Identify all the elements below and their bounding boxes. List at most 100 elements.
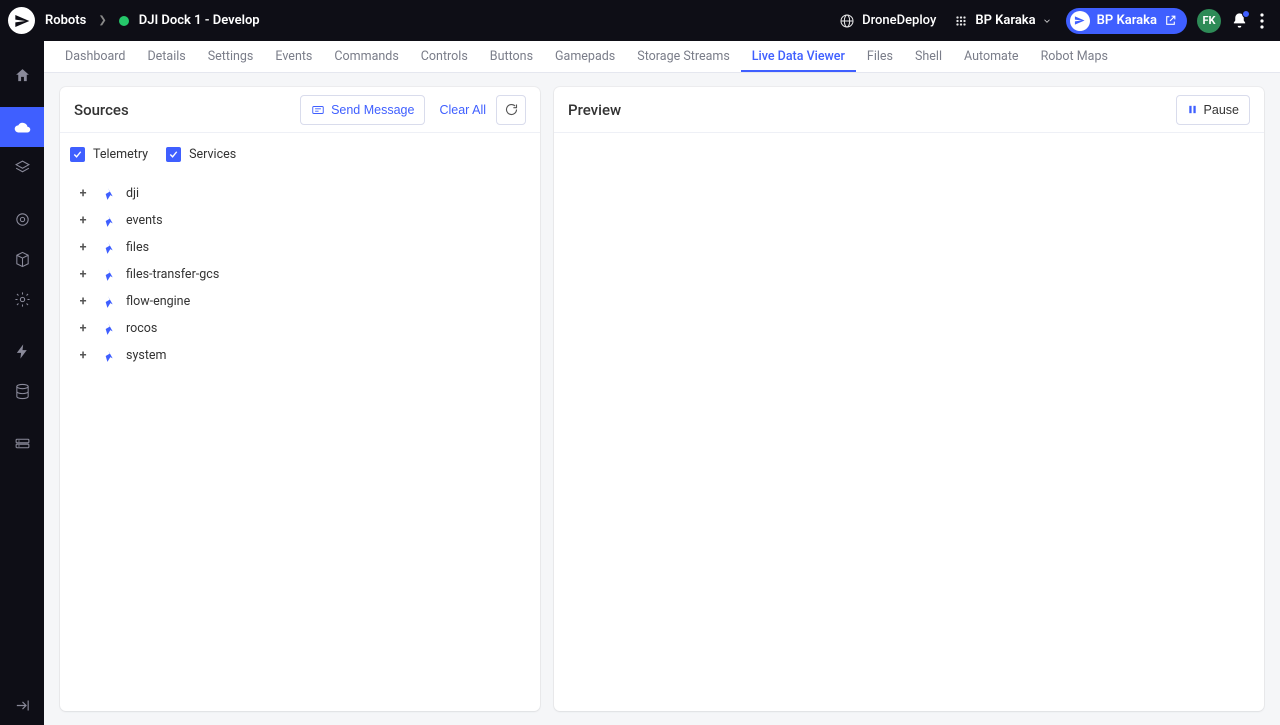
drive-icon <box>14 435 31 452</box>
preview-title: Preview <box>568 101 621 119</box>
expand-icon[interactable]: + <box>76 295 90 309</box>
pill-label: BP Karaka <box>1097 13 1157 28</box>
tab-bar: Dashboard Details Settings Events Comman… <box>44 41 1280 73</box>
sources-tree: + dji + events + files <box>70 174 530 369</box>
main-area: Dashboard Details Settings Events Comman… <box>44 41 1280 725</box>
robot-name[interactable]: DJI Dock 1 - Develop <box>139 13 260 28</box>
sources-panel-header: Sources Send Message Clear All <box>60 87 540 133</box>
service-icon <box>100 267 116 283</box>
tree-item[interactable]: + files-transfer-gcs <box>70 261 530 288</box>
tree-item-label: files-transfer-gcs <box>126 267 219 282</box>
status-online-dot <box>119 16 129 26</box>
tab-live-data-viewer[interactable]: Live Data Viewer <box>741 41 856 72</box>
tree-item[interactable]: + flow-engine <box>70 288 530 315</box>
tab-automate[interactable]: Automate <box>953 41 1030 72</box>
tree-item[interactable]: + events <box>70 207 530 234</box>
globe-icon <box>839 13 855 29</box>
preview-panel: Preview Pause <box>554 87 1264 711</box>
gear-icon <box>14 291 31 308</box>
layers-icon <box>14 159 31 176</box>
checkbox-checked-icon <box>70 147 85 162</box>
cloud-icon <box>14 119 31 136</box>
expand-icon[interactable]: + <box>76 349 90 363</box>
pause-icon <box>1187 104 1198 115</box>
sidebar-item-database[interactable] <box>0 371 44 411</box>
service-icon <box>100 294 116 310</box>
external-link-icon <box>1164 14 1177 27</box>
preview-panel-header: Preview Pause <box>554 87 1264 133</box>
pause-label: Pause <box>1204 103 1239 117</box>
tree-item[interactable]: + system <box>70 342 530 369</box>
avatar[interactable]: FK <box>1197 9 1221 33</box>
sidebar-item-layers[interactable] <box>0 147 44 187</box>
service-icon <box>100 321 116 337</box>
paper-plane-icon <box>14 13 30 29</box>
tab-controls[interactable]: Controls <box>410 41 479 72</box>
tree-item[interactable]: + rocos <box>70 315 530 342</box>
tree-item-label: events <box>126 213 163 228</box>
chevron-right-icon: ❯ <box>98 15 106 26</box>
panel-splitter[interactable] <box>554 377 555 421</box>
org-switcher[interactable]: DroneDeploy <box>839 13 936 29</box>
tab-robot-maps[interactable]: Robot Maps <box>1030 41 1119 72</box>
clear-all-button[interactable]: Clear All <box>439 103 486 117</box>
tree-item-label: flow-engine <box>126 294 190 309</box>
project-switcher[interactable]: BP Karaka <box>954 13 1051 28</box>
sources-title: Sources <box>74 101 129 119</box>
service-icon <box>100 348 116 364</box>
notification-dot <box>1242 10 1250 18</box>
expand-icon[interactable]: + <box>76 214 90 228</box>
sidebar-item-cloud[interactable] <box>0 107 44 147</box>
tree-item[interactable]: + dji <box>70 180 530 207</box>
tab-details[interactable]: Details <box>136 41 196 72</box>
services-label: Services <box>189 147 236 162</box>
tab-files[interactable]: Files <box>856 41 904 72</box>
tab-settings[interactable]: Settings <box>197 41 265 72</box>
database-icon <box>14 383 31 400</box>
tab-commands[interactable]: Commands <box>323 41 409 72</box>
tab-events[interactable]: Events <box>264 41 323 72</box>
checkbox-checked-icon <box>166 147 181 162</box>
tree-item-label: files <box>126 240 149 255</box>
expand-icon[interactable]: + <box>76 268 90 282</box>
tree-item-label: rocos <box>126 321 157 336</box>
sidebar-item-home[interactable] <box>0 55 44 95</box>
tree-item[interactable]: + files <box>70 234 530 261</box>
tab-shell[interactable]: Shell <box>904 41 953 72</box>
open-project-button[interactable]: BP Karaka <box>1066 8 1187 34</box>
telemetry-label: Telemetry <box>93 147 148 162</box>
org-name: DroneDeploy <box>862 13 936 28</box>
sidebar-item-bolt[interactable] <box>0 331 44 371</box>
sidebar-item-cube[interactable] <box>0 239 44 279</box>
tab-storage-streams[interactable]: Storage Streams <box>626 41 741 72</box>
kebab-icon <box>1260 13 1264 29</box>
sidebar-item-drive[interactable] <box>0 423 44 463</box>
sidebar-item-target[interactable] <box>0 199 44 239</box>
tree-item-label: dji <box>126 186 139 201</box>
breadcrumb-root[interactable]: Robots <box>45 13 86 28</box>
refresh-button[interactable] <box>496 95 526 125</box>
topbar: Robots ❯ DJI Dock 1 - Develop DroneDeplo… <box>0 0 1280 41</box>
notifications-button[interactable] <box>1231 12 1248 29</box>
collapse-rail-button[interactable] <box>0 685 44 725</box>
expand-icon[interactable]: + <box>76 322 90 336</box>
expand-icon[interactable]: + <box>76 241 90 255</box>
bolt-icon <box>14 343 31 360</box>
home-icon <box>14 67 31 84</box>
send-message-button[interactable]: Send Message <box>300 95 425 125</box>
pause-button[interactable]: Pause <box>1176 95 1250 125</box>
service-icon <box>100 213 116 229</box>
tab-buttons[interactable]: Buttons <box>479 41 544 72</box>
expand-icon[interactable]: + <box>76 187 90 201</box>
refresh-icon <box>504 102 519 117</box>
send-message-icon <box>311 103 325 117</box>
telemetry-checkbox[interactable]: Telemetry <box>70 147 148 162</box>
tab-dashboard[interactable]: Dashboard <box>54 41 136 72</box>
service-icon <box>100 240 116 256</box>
left-rail <box>0 41 44 725</box>
sidebar-item-gear[interactable] <box>0 279 44 319</box>
brand-logo[interactable] <box>8 7 35 34</box>
more-menu-button[interactable] <box>1256 13 1268 29</box>
tab-gamepads[interactable]: Gamepads <box>544 41 626 72</box>
services-checkbox[interactable]: Services <box>166 147 236 162</box>
